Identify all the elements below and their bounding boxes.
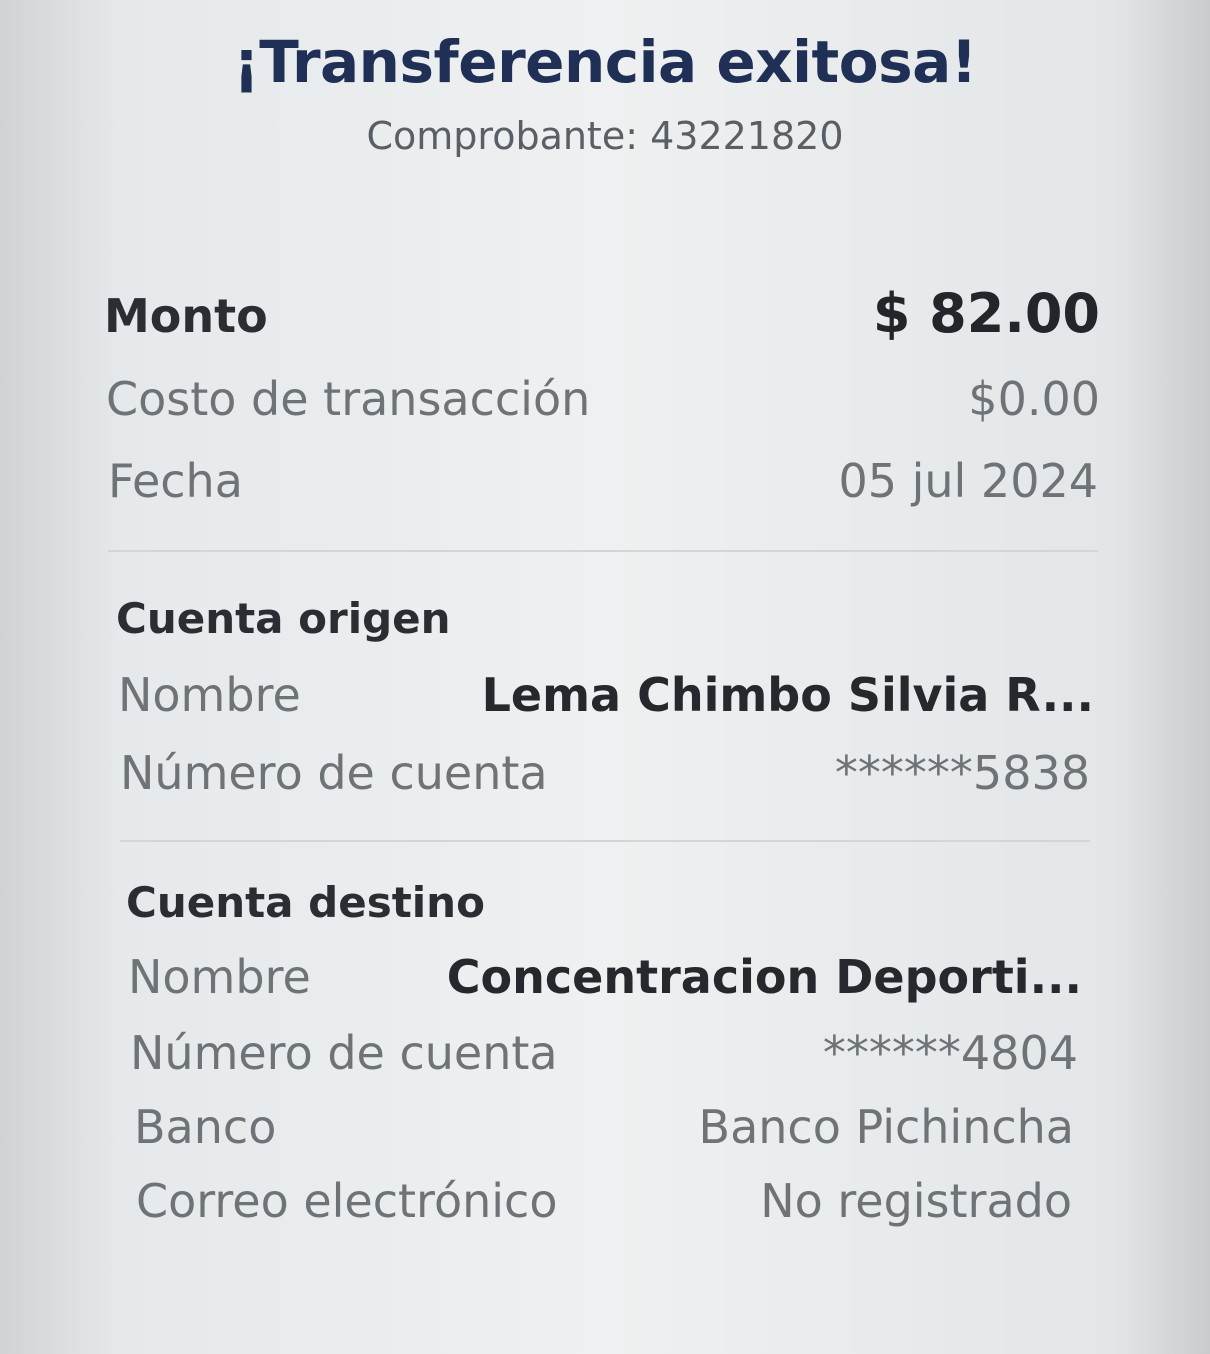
destination-name-label: Nombre bbox=[128, 950, 311, 1004]
destination-account-value: ******4804 bbox=[822, 1026, 1078, 1080]
email-row: Correo electrónico No registrado bbox=[136, 1174, 1072, 1228]
fee-value: $0.00 bbox=[968, 372, 1100, 426]
origin-name-label: Nombre bbox=[118, 668, 301, 722]
email-value: No registrado bbox=[760, 1174, 1072, 1228]
destination-account-row: Número de cuenta ******4804 bbox=[130, 1026, 1078, 1080]
email-label: Correo electrónico bbox=[136, 1174, 558, 1228]
transfer-receipt-screen: ¡Transferencia exitosa! Comprobante: 432… bbox=[0, 0, 1210, 1354]
divider bbox=[120, 840, 1090, 842]
bank-label: Banco bbox=[134, 1100, 277, 1154]
origin-account-heading: Cuenta origen bbox=[116, 594, 451, 643]
bank-value: Banco Pichincha bbox=[698, 1100, 1074, 1154]
date-value: 05 jul 2024 bbox=[838, 454, 1098, 508]
page-title: ¡Transferencia exitosa! bbox=[233, 28, 977, 96]
origin-name-value: Lema Chimbo Silvia R... bbox=[481, 668, 1094, 722]
destination-name-value: Concentracion Deporti... bbox=[446, 950, 1082, 1004]
amount-label: Monto bbox=[104, 289, 268, 343]
origin-account-row: Número de cuenta ******5838 bbox=[120, 746, 1090, 800]
amount-row: Monto $ 82.00 bbox=[104, 282, 1100, 345]
receipt-number: Comprobante: 43221820 bbox=[366, 114, 844, 158]
origin-account-label: Número de cuenta bbox=[120, 746, 548, 800]
fee-label: Costo de transacción bbox=[106, 372, 591, 426]
date-row: Fecha 05 jul 2024 bbox=[108, 454, 1098, 508]
destination-account-label: Número de cuenta bbox=[130, 1026, 558, 1080]
amount-value: $ 82.00 bbox=[872, 282, 1100, 345]
divider bbox=[108, 550, 1098, 552]
origin-account-value: ******5838 bbox=[834, 746, 1090, 800]
destination-name-row: Nombre Concentracion Deporti... bbox=[128, 950, 1082, 1004]
fee-row: Costo de transacción $0.00 bbox=[106, 372, 1100, 426]
origin-name-row: Nombre Lema Chimbo Silvia R... bbox=[118, 668, 1094, 722]
bank-row: Banco Banco Pichincha bbox=[134, 1100, 1074, 1154]
date-label: Fecha bbox=[108, 454, 243, 508]
destination-account-heading: Cuenta destino bbox=[126, 878, 485, 927]
